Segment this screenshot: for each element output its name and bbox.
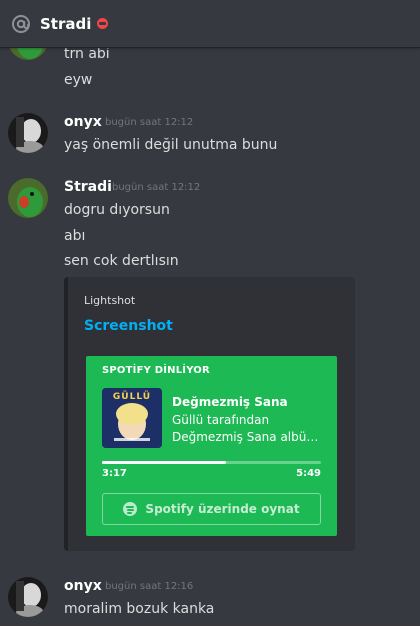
dnd-status-icon: [97, 18, 109, 29]
message-text: dogru dıyorsun: [64, 202, 170, 218]
message-text: sen cok dertlısın: [64, 253, 179, 269]
username[interactable]: onyx: [64, 577, 102, 595]
message-text: yaş önemli değil unutma bunu: [64, 137, 278, 153]
play-button-label: Spotify üzerinde oynat: [145, 502, 300, 516]
avatar[interactable]: [8, 178, 48, 218]
track-artist[interactable]: Güllü tarafından: [172, 413, 269, 427]
play-on-spotify-button[interactable]: Spotify üzerinde oynat: [102, 493, 321, 525]
message-text: eyw: [64, 72, 93, 88]
timestamp: bugün saat 12:12: [112, 182, 201, 193]
avatar[interactable]: [8, 113, 48, 153]
timestamp: bugün saat 12:16: [105, 581, 194, 592]
spotify-card: SPOTİFY DİNLİYOR GÜLLÜ Değmezmiş Sana Gü…: [86, 356, 337, 536]
avatar[interactable]: [8, 577, 48, 617]
elapsed-time: 3:17: [102, 468, 127, 479]
channel-header: Stradi: [0, 0, 420, 48]
album-art[interactable]: GÜLLÜ: [102, 388, 162, 448]
progress-bar: [102, 461, 321, 464]
track-album[interactable]: Değmezmiş Sana albü…: [172, 430, 318, 444]
embed-provider[interactable]: Lightshot: [84, 294, 135, 307]
progress-fill: [102, 461, 226, 464]
timestamp: bugün saat 12:12: [105, 117, 194, 128]
message-text: abı: [64, 228, 86, 244]
message-text: moralim bozuk kanka: [64, 601, 215, 617]
message-list: trn abi eyw onyx bugün saat 12:12 yaş ön…: [0, 0, 420, 626]
track-title[interactable]: Değmezmiş Sana: [172, 395, 288, 409]
spotify-header: SPOTİFY DİNLİYOR: [102, 365, 210, 376]
track-duration: 5:49: [296, 468, 321, 479]
embed-title-link[interactable]: Screenshot: [84, 318, 173, 334]
username[interactable]: Stradi: [64, 178, 112, 196]
link-embed: Lightshot Screenshot SPOTİFY DİNLİYOR GÜ…: [64, 277, 355, 551]
spotify-icon: [123, 502, 138, 516]
album-art-text: GÜLLÜ: [112, 392, 152, 402]
channel-title: Stradi: [40, 14, 92, 33]
at-icon: [10, 13, 32, 35]
username[interactable]: onyx: [64, 113, 102, 131]
